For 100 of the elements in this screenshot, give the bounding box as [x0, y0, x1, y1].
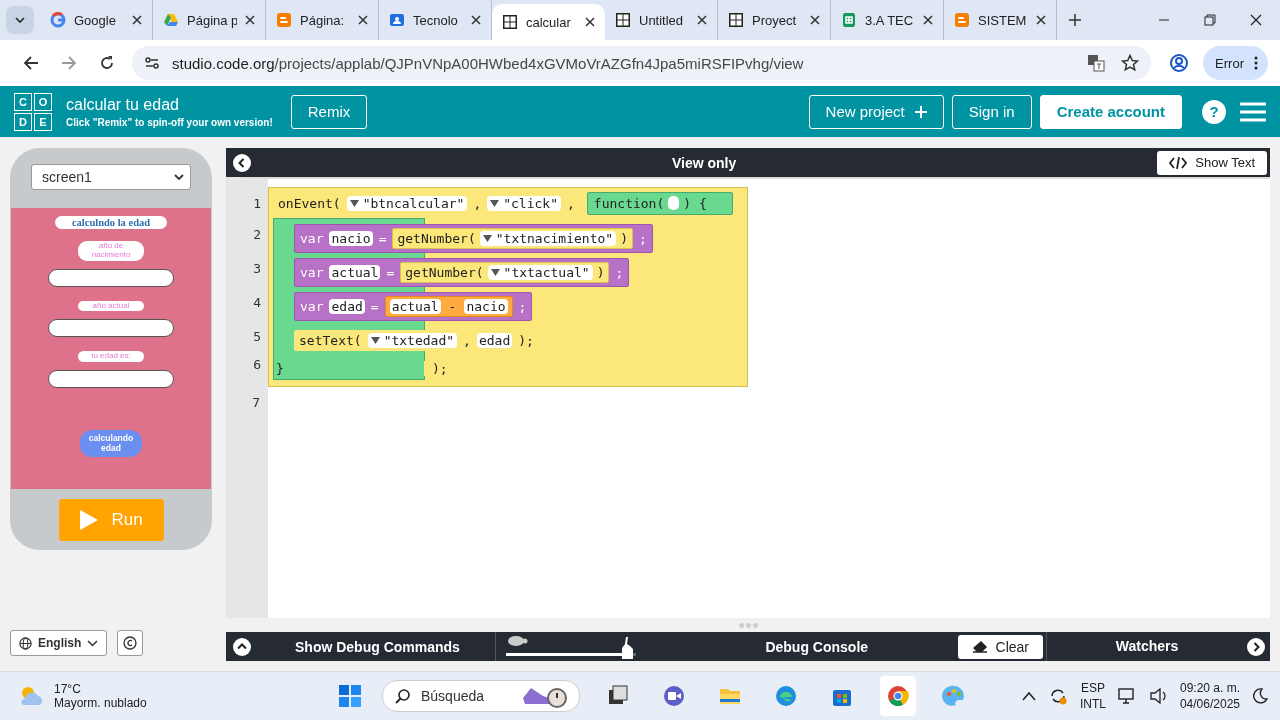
string-dropdown[interactable]: "click" [487, 195, 561, 211]
screen-dropdown[interactable]: screen1 [31, 164, 191, 190]
taskbar-search-field[interactable]: Búsqueda [382, 680, 580, 712]
close-icon[interactable] [810, 15, 820, 25]
triangle-down-icon [349, 199, 359, 207]
string-dropdown[interactable]: "txtedad" [367, 332, 458, 348]
code-icon [1169, 156, 1188, 169]
show-debug-commands-link[interactable]: Show Debug Commands [295, 638, 460, 655]
code-logo[interactable]: C O D E [14, 92, 52, 131]
browser-tab[interactable]: calcular [492, 4, 605, 40]
string-dropdown[interactable]: "btncalcular" [346, 195, 468, 211]
variable-field[interactable]: edad [329, 298, 365, 314]
edge-browser-icon[interactable] [774, 684, 798, 708]
code-text: = [386, 264, 395, 280]
moon-icon[interactable] [1252, 688, 1268, 704]
code-text: - [448, 298, 457, 314]
collapse-icon[interactable] [233, 153, 251, 172]
variable-field[interactable]: nacio [329, 230, 373, 246]
profile-icon[interactable] [1169, 53, 1190, 73]
paint-palette-icon[interactable] [942, 684, 966, 708]
close-icon[interactable] [1250, 14, 1262, 26]
code-text: ); [518, 332, 534, 348]
search-icon [395, 688, 411, 704]
app-label: tu edad es: [78, 351, 144, 363]
app-label: año de nacimiento [78, 241, 144, 261]
show-text-button[interactable]: Show Text [1157, 150, 1267, 175]
chrome-icon[interactable] [886, 684, 910, 708]
url-text: studio.code.org/projects/applab/QJPnVNpA00HWbed4xGVMoVrAZGfn4Jpa5miRSFIPvhg/view [172, 54, 805, 72]
code-text: getNumber( [405, 264, 484, 280]
code-text: var [300, 230, 324, 246]
reload-icon[interactable] [99, 55, 115, 71]
close-icon[interactable] [132, 15, 142, 25]
blog-icon [276, 12, 292, 28]
app-input-field[interactable] [48, 370, 174, 389]
help-button[interactable]: ? [1202, 99, 1226, 124]
sign-in-button[interactable]: Sign in [951, 94, 1032, 129]
new-project-button[interactable]: New project [808, 94, 944, 129]
turtle-icon [506, 634, 528, 646]
address-field[interactable]: studio.code.org/projects/applab/QJPnVNpA00HWbed4xGVMoVrAZGfn4Jpa5miRSFIPvhg/view [132, 46, 1152, 80]
grid-icon [615, 12, 631, 28]
plus-icon [914, 105, 927, 118]
close-icon[interactable] [358, 15, 368, 25]
app-input-field[interactable] [48, 268, 174, 287]
app-title: calculndo la edad [55, 216, 167, 229]
triangle-down-icon [490, 199, 500, 207]
menu-icon[interactable] [1240, 101, 1266, 122]
close-icon[interactable] [1036, 15, 1046, 25]
variable-field[interactable]: nacio [464, 298, 508, 314]
site-info-icon[interactable] [144, 55, 160, 71]
restore-icon[interactable] [1204, 14, 1216, 26]
grid-icon [728, 12, 744, 28]
plus-icon [1069, 14, 1081, 26]
variable-field[interactable]: actual [389, 298, 441, 314]
variable-field[interactable]: actual [329, 264, 381, 280]
close-icon[interactable] [245, 15, 255, 25]
input-language-indicator[interactable]: ESP INTL [1079, 680, 1106, 712]
app-label: año actual [78, 300, 144, 312]
code-text: , [463, 332, 471, 348]
copyright-icon [123, 636, 138, 650]
video-chat-icon[interactable] [662, 684, 686, 708]
code-text: var [300, 264, 324, 280]
close-icon[interactable] [923, 15, 933, 25]
string-dropdown[interactable]: "txtnacimiento" [479, 230, 617, 246]
code-text: var [300, 298, 324, 314]
caret-icon [15, 17, 25, 23]
blog-icon [954, 12, 970, 28]
create-account-button[interactable]: Create account [1039, 94, 1182, 129]
remix-button[interactable]: Remix [290, 94, 368, 129]
line-number: 6 [252, 356, 261, 374]
clear-button[interactable]: Clear [957, 634, 1043, 659]
triangle-down-icon [490, 268, 500, 276]
speaker-icon[interactable] [1149, 688, 1168, 704]
variable-field[interactable]: edad [476, 332, 513, 348]
speed-slider[interactable] [506, 653, 636, 656]
line-number: 7 [251, 394, 260, 410]
app-input-field[interactable] [48, 319, 174, 338]
close-icon[interactable] [471, 15, 481, 25]
forward-arrow-icon[interactable] [61, 55, 77, 71]
star-icon[interactable] [1121, 54, 1140, 72]
expand-icon[interactable] [233, 637, 251, 656]
tab-search-button[interactable] [6, 6, 34, 34]
code-text: ) { [683, 195, 707, 211]
chevron-right-icon[interactable] [1247, 637, 1265, 656]
back-arrow-icon[interactable] [23, 55, 39, 71]
chevron-up-icon[interactable] [1021, 691, 1036, 701]
string-dropdown[interactable]: "txtactual" [487, 264, 593, 280]
windows-start-icon[interactable] [338, 684, 362, 708]
search-input[interactable]: Búsqueda [419, 687, 513, 705]
triangle-icon [163, 12, 179, 28]
clock[interactable]: 09:20 a. m. 04/06/2025 [1179, 680, 1240, 712]
close-icon[interactable] [697, 15, 707, 25]
close-icon[interactable] [585, 17, 595, 27]
copyright-button[interactable] [117, 630, 144, 656]
line-number: 1 [252, 195, 261, 211]
translate-icon[interactable] [1087, 54, 1106, 72]
profile-error-button[interactable]: Error [1203, 46, 1268, 80]
triangle-down-icon [482, 234, 492, 242]
language-dropdown[interactable]: English [10, 630, 108, 656]
line-number: 4 [252, 294, 261, 312]
code-text: , [567, 195, 575, 211]
